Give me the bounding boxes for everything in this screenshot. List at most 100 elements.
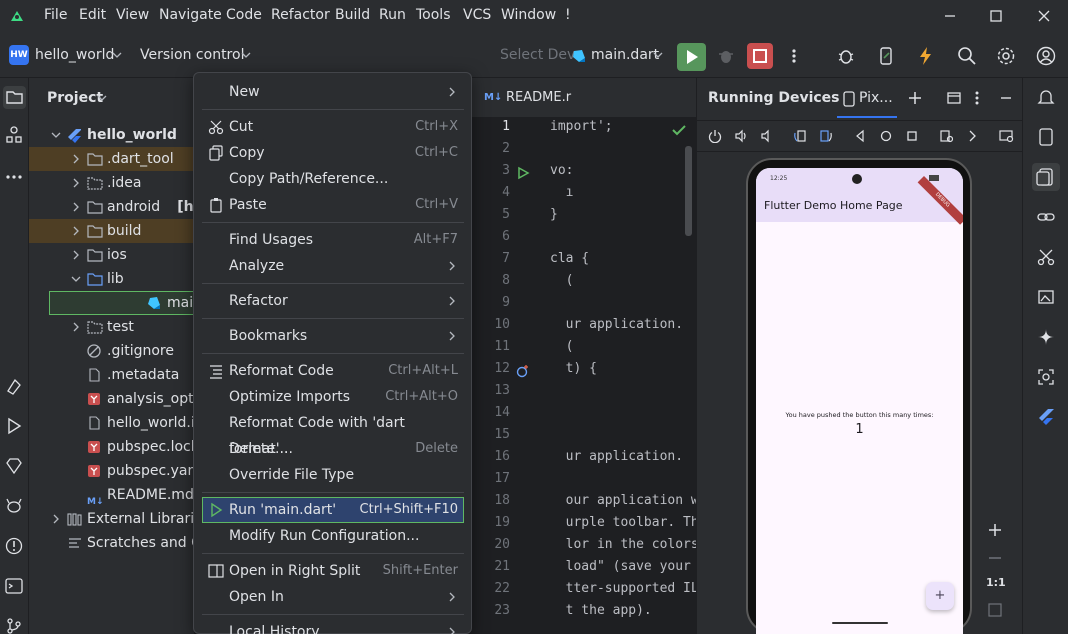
- chevron-down-icon[interactable]: [51, 130, 61, 140]
- window-layout-icon[interactable]: [946, 90, 962, 106]
- chevron-down-icon[interactable]: [71, 274, 81, 284]
- tree-item[interactable]: hello_world.im: [29, 411, 194, 435]
- logcat-icon[interactable]: [5, 497, 23, 515]
- menu-item-delete[interactable]: Delete... Delete: [202, 436, 464, 462]
- account-icon[interactable]: [1036, 46, 1056, 66]
- home-icon[interactable]: [879, 129, 893, 143]
- tree-item[interactable]: test: [29, 315, 194, 339]
- tree-item[interactable]: pubspec.yaml: [29, 459, 194, 483]
- menu-refactor[interactable]: Refactor: [271, 7, 330, 23]
- maximize-icon[interactable]: [986, 6, 1006, 26]
- menu-file[interactable]: File: [44, 7, 67, 23]
- tree-item[interactable]: .idea: [29, 171, 194, 195]
- menu-view[interactable]: View: [116, 7, 149, 23]
- screenshot-icon[interactable]: [939, 129, 953, 143]
- tree-item[interactable]: build: [29, 219, 194, 243]
- override-gutter-icon[interactable]: [516, 364, 530, 378]
- gemini-icon[interactable]: [1037, 328, 1055, 346]
- run-gutter-icon[interactable]: [516, 166, 530, 180]
- back-icon[interactable]: [853, 129, 867, 143]
- menu-item-paste[interactable]: Paste Ctrl+V: [202, 192, 464, 218]
- menu-item-reformat-code[interactable]: Reformat Code Ctrl+Alt+L: [202, 358, 464, 384]
- menu-item-refactor[interactable]: Refactor: [202, 288, 464, 314]
- chevron-right-icon[interactable]: [71, 226, 81, 236]
- menu-item-find-usages[interactable]: Find Usages Alt+F7: [202, 227, 464, 253]
- volume-down-icon[interactable]: [759, 129, 773, 143]
- menu-item-bookmarks[interactable]: Bookmarks: [202, 323, 464, 349]
- chevron-right-icon[interactable]: [965, 129, 979, 143]
- fit-screen-icon[interactable]: [987, 602, 1003, 618]
- tree-item[interactable]: External Libraries: [29, 507, 194, 531]
- menu-vcs[interactable]: VCS: [463, 7, 491, 23]
- menu-run[interactable]: Run: [379, 7, 406, 23]
- tree-item[interactable]: lib: [29, 267, 194, 291]
- menu-item-override-file-type[interactable]: Override File Type: [202, 462, 464, 488]
- power-icon[interactable]: [708, 129, 722, 143]
- overview-icon[interactable]: [905, 129, 919, 143]
- tree-item[interactable]: android [hello: [29, 195, 194, 219]
- version-control-icon[interactable]: [5, 617, 23, 634]
- run-config-selector[interactable]: main.dart: [591, 47, 659, 63]
- menu-window[interactable]: Window: [501, 7, 556, 23]
- chevron-down-icon[interactable]: [112, 52, 122, 60]
- minimize-icon[interactable]: [940, 6, 960, 26]
- more-actions-icon[interactable]: [788, 47, 800, 65]
- panel-options-icon[interactable]: [973, 90, 981, 106]
- bug-report-icon[interactable]: [836, 46, 856, 66]
- build-variants-icon[interactable]: [5, 377, 23, 395]
- menu-code[interactable]: Code: [226, 7, 262, 23]
- menu-navigate[interactable]: Navigate: [159, 7, 222, 23]
- problems-icon[interactable]: [5, 537, 23, 555]
- add-device-icon[interactable]: [907, 90, 923, 106]
- tree-item[interactable]: analysis_optio: [29, 387, 194, 411]
- chevron-right-icon[interactable]: [71, 322, 81, 332]
- tree-item[interactable]: ios: [29, 243, 194, 267]
- tree-item[interactable]: .dart_tool: [29, 147, 194, 171]
- rotate-left-icon[interactable]: [793, 129, 807, 143]
- tree-item[interactable]: pubspec.lock: [29, 435, 194, 459]
- project-tool-icon[interactable]: [3, 86, 26, 109]
- rotate-right-icon[interactable]: [819, 129, 833, 143]
- project-badge[interactable]: HW: [9, 45, 29, 65]
- device-selector[interactable]: Select Dev: [500, 47, 575, 63]
- phone-screen[interactable]: 12:25 DEBUG Flutter Demo Home Page You h…: [756, 168, 963, 634]
- chevron-right-icon[interactable]: [71, 178, 81, 188]
- increment-fab[interactable]: +: [926, 582, 954, 610]
- code-editor[interactable]: M↓ README.r 1 import'; 2 3 vo: 4 ı 5} 6 7 cla {8 …: [472, 78, 699, 634]
- search-icon[interactable]: [957, 46, 977, 66]
- menu-edit[interactable]: Edit: [79, 7, 106, 23]
- menu-item-copy-path-reference[interactable]: Copy Path/Reference...: [202, 166, 464, 192]
- layout-inspector-icon[interactable]: [1037, 368, 1055, 386]
- zoom-in-icon[interactable]: [987, 522, 1003, 538]
- chevron-right-icon[interactable]: [51, 514, 61, 524]
- terminal-icon[interactable]: [5, 577, 23, 595]
- chevron-down-icon[interactable]: [97, 95, 107, 103]
- tree-item[interactable]: hello_worldE:\De: [29, 123, 194, 147]
- zoom-out-icon[interactable]: [987, 550, 1003, 566]
- version-control-menu[interactable]: Version control: [140, 47, 244, 63]
- tree-item[interactable]: main.dart: [49, 291, 194, 315]
- chevron-down-icon[interactable]: [653, 52, 663, 60]
- app-quality-icon[interactable]: [5, 457, 23, 475]
- chevron-down-icon[interactable]: [241, 52, 251, 60]
- mirror-screen-icon[interactable]: [999, 129, 1015, 143]
- device-manager-icon[interactable]: [876, 46, 896, 66]
- run-tool-icon[interactable]: [5, 417, 23, 435]
- volume-up-icon[interactable]: [734, 129, 748, 143]
- more-tools-icon[interactable]: [5, 168, 23, 186]
- link-icon[interactable]: [1037, 208, 1055, 226]
- tree-item[interactable]: M↓ README.md: [29, 483, 194, 507]
- menu-item-local-history[interactable]: Local History: [202, 619, 464, 634]
- gallery-icon[interactable]: [1037, 288, 1055, 306]
- menu-item-cut[interactable]: Cut Ctrl+X: [202, 114, 464, 140]
- menu-item-new[interactable]: New: [202, 79, 464, 105]
- running-devices-side-icon[interactable]: [1032, 163, 1060, 191]
- menu-item-copy[interactable]: Copy Ctrl+C: [202, 140, 464, 166]
- tree-item[interactable]: .metadata: [29, 363, 194, 387]
- tree-item[interactable]: .gitignore: [29, 339, 194, 363]
- settings-gear-icon[interactable]: [996, 46, 1016, 66]
- project-name[interactable]: hello_world: [35, 47, 114, 63]
- menu-build[interactable]: Build: [335, 7, 370, 23]
- chevron-right-icon[interactable]: [71, 250, 81, 260]
- device-tab-pixel[interactable]: Pix...: [859, 90, 893, 106]
